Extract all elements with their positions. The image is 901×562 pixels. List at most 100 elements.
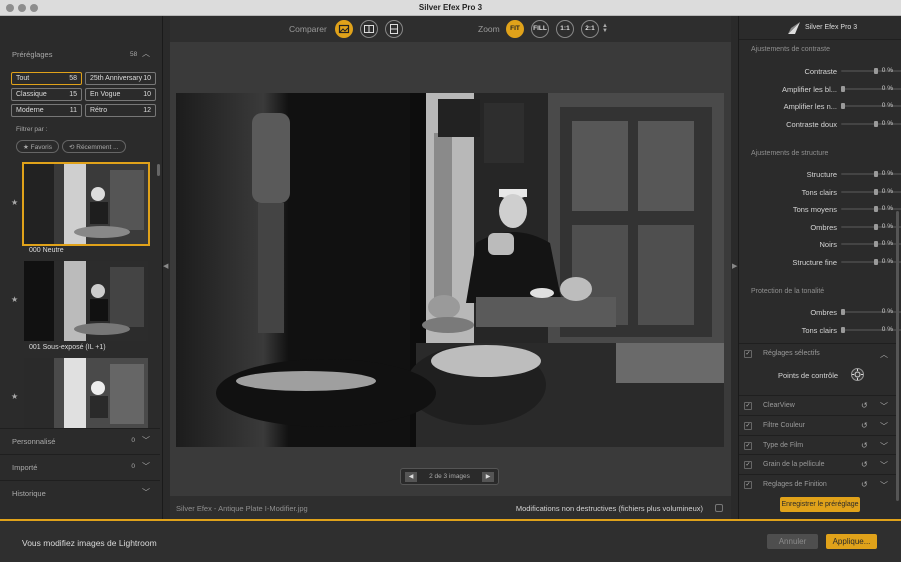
slider-value: 0 % [881, 84, 893, 92]
cancel-button[interactable]: Annuler [767, 534, 818, 549]
section-importe[interactable]: Importé 0 ﹀ [0, 454, 160, 480]
favorite-star-icon[interactable]: ★ [11, 392, 18, 401]
slider-handle[interactable] [841, 326, 845, 333]
section-personnalise[interactable]: Personnalisé 0 ﹀ [0, 428, 160, 454]
filter-enable-checkbox[interactable]: ✓ [744, 441, 752, 450]
add-control-point-button[interactable] [851, 368, 864, 381]
filter-enable-checkbox[interactable]: ✓ [744, 402, 752, 410]
filter-enable-checkbox[interactable]: ✓ [744, 421, 752, 430]
category-tout[interactable]: Tout 58 [11, 72, 82, 85]
category-retro[interactable]: Rétro 12 [85, 104, 156, 117]
zoom-2-1-button[interactable]: 2:1 [581, 20, 599, 38]
preset-thumbnail[interactable] [24, 358, 148, 428]
category-classique[interactable]: Classique 15 [11, 88, 82, 101]
main-photo[interactable] [176, 93, 724, 447]
filter-row[interactable]: ✓ Type de Film ↺ ﹀ [739, 434, 899, 455]
slider-handle[interactable] [841, 103, 845, 109]
compare-split-button[interactable] [335, 20, 353, 38]
next-image-button[interactable]: ▶ [482, 472, 494, 482]
slider-handle[interactable] [874, 241, 878, 247]
chevron-down-icon[interactable]: ﹀ [880, 441, 888, 452]
filter-favorites-chip[interactable]: ★ Favoris [16, 140, 59, 153]
zoom-1-1-button[interactable]: 1:1 [556, 20, 574, 38]
slider-handle[interactable] [841, 85, 845, 92]
slider-label: Structure fine [792, 257, 837, 267]
panel-scrollbar[interactable] [896, 211, 899, 501]
section-historique[interactable]: Historique ﹀ [0, 480, 160, 506]
slider-handle[interactable] [841, 309, 845, 315]
slider-handle[interactable] [874, 188, 878, 195]
selective-adjustments-row[interactable]: ✓ Réglages sélectifs ︿ [739, 343, 899, 363]
nondestructive-checkbox[interactable] [715, 504, 723, 512]
slider-label: Amplifier les n... [783, 102, 837, 111]
right-panel-collapse-handle[interactable]: ▶ [731, 16, 738, 519]
reset-icon[interactable]: ↺ [861, 421, 868, 430]
panel-logo-bar: Silver Efex Pro 3 [739, 16, 901, 40]
slider-handle[interactable] [874, 206, 878, 212]
side-by-side-icon [364, 25, 374, 33]
slider-handle[interactable] [874, 171, 878, 177]
compare-original-button[interactable] [385, 20, 403, 38]
save-preset-button[interactable]: Enregistrer le préréglage [780, 497, 860, 512]
filter-row[interactable]: ✓ ClearView ↺ ﹀ [739, 395, 899, 415]
category-moderne[interactable]: Moderne 11 [11, 104, 82, 117]
filter-enable-checkbox[interactable]: ✓ [744, 481, 752, 490]
slider-handle[interactable] [874, 223, 878, 230]
preset-thumbnail[interactable] [24, 261, 148, 341]
contrast-slider-row: Amplifier les n... 0 % [739, 99, 901, 113]
slider-handle[interactable] [874, 68, 878, 74]
category-en-vogue[interactable]: En Vogue 10 [85, 88, 156, 101]
apply-button[interactable]: Applique... [826, 534, 877, 549]
filter-label: ClearView [763, 402, 795, 409]
filename-label: Silver Efex - Antique Plate I-Modifier.j… [176, 504, 308, 513]
preset-thumbnail[interactable] [22, 162, 150, 246]
zoom-fill-button[interactable]: FILL [531, 20, 549, 38]
chevron-down-icon[interactable]: ﹀ [142, 487, 150, 498]
chevron-down-icon[interactable]: ﹀ [142, 461, 150, 472]
slider-value: 0 % [881, 170, 893, 177]
structure-header: Ajustements de structure [751, 150, 829, 157]
reset-icon[interactable]: ↺ [861, 441, 868, 450]
favorite-star-icon[interactable]: ★ [11, 198, 18, 207]
chevron-down-icon[interactable]: ﹀ [880, 480, 888, 491]
filter-label: Type de Film [763, 441, 804, 449]
control-points-label: Points de contrôle [778, 371, 839, 380]
slider-handle[interactable] [874, 258, 878, 265]
thumbnail-caption: 001 Sous-exposé (IL +1) [29, 344, 106, 351]
reset-icon[interactable]: ↺ [861, 460, 868, 469]
slider-handle[interactable] [874, 120, 878, 127]
filter-row[interactable]: ✓ Reglages de Finition ↺ ﹀ [739, 474, 899, 494]
adjustments-panel: Silver Efex Pro 3 Ajustements de contras… [738, 16, 901, 519]
zoom-stepper-icon[interactable]: ▲ ▼ [602, 23, 608, 34]
contrast-slider-row: Contraste doux 0 % [739, 117, 901, 131]
thumbnail-scrollbar[interactable] [157, 164, 160, 176]
reset-icon[interactable]: ↺ [861, 480, 868, 489]
slider-value: 0 % [881, 325, 893, 333]
presets-header: Préréglages [12, 50, 53, 59]
chevron-up-icon[interactable]: ︿ [880, 349, 888, 360]
filter-recent-chip[interactable]: ⟲ Récemment ... [62, 140, 126, 153]
compare-side-by-side-button[interactable] [360, 20, 378, 38]
top-toolbar: Comparer Zoom FIT FILL 1:1 2:1 ▲ ▼ [170, 16, 731, 42]
previous-image-button[interactable]: ◀ [405, 472, 417, 482]
chevron-down-icon[interactable]: ﹀ [880, 421, 888, 432]
chevron-up-icon[interactable]: ︿ [142, 48, 150, 59]
thumbnail-image [24, 261, 148, 341]
slider-value: 0 % [881, 222, 893, 230]
selective-adjustments-checkbox[interactable]: ✓ [744, 350, 752, 358]
left-panel-collapse-handle[interactable]: ◀ [163, 16, 170, 519]
category-25th-anniversary[interactable]: 25th Anniversary 10 [85, 72, 156, 85]
app-window: Silver Efex Pro 3 Préréglages 58 ︿ Tout 5… [0, 0, 901, 562]
filter-enable-checkbox[interactable]: ✓ [744, 461, 752, 470]
filter-row[interactable]: ✓ Filtre Couleur ↺ ﹀ [739, 414, 899, 435]
favorite-star-icon[interactable]: ★ [11, 295, 18, 304]
chevron-down-icon[interactable]: ﹀ [880, 460, 888, 471]
contrast-slider-row: Amplifier les bl... 0 % [739, 82, 901, 96]
reset-icon[interactable]: ↺ [861, 401, 868, 410]
slider-value: 0 % [881, 240, 893, 247]
filter-label: Filtrer par : [16, 126, 48, 133]
chevron-down-icon[interactable]: ﹀ [880, 401, 888, 412]
zoom-fit-button[interactable]: FIT [506, 20, 524, 38]
chevron-down-icon[interactable]: ﹀ [142, 435, 150, 446]
filter-row[interactable]: ✓ Grain de la pellicule ↺ ﹀ [739, 454, 899, 474]
